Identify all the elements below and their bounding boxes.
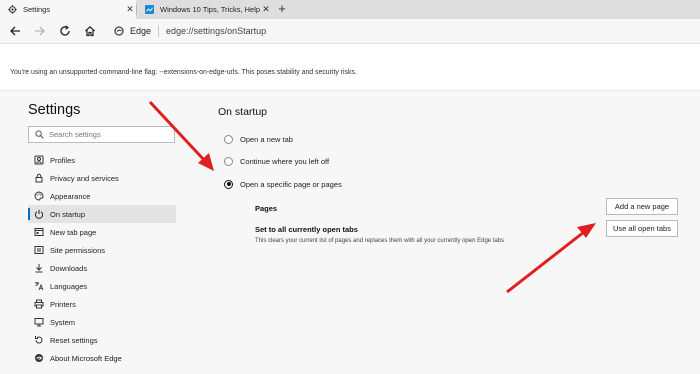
reset-icon <box>34 335 44 345</box>
tab-title: Windows 10 Tips, Tricks, Help, S... <box>160 5 260 14</box>
sidebar-item-label: Profiles <box>50 155 76 165</box>
option-label: Continue where you left off <box>240 156 330 166</box>
sidebar-item-label: Printers <box>50 299 76 309</box>
sidebar-item-system[interactable]: System <box>28 313 176 331</box>
add-new-page-button[interactable]: Add a new page <box>606 198 678 215</box>
radio-button[interactable] <box>224 134 233 144</box>
settings-content: On startup Open a new tab Continue where… <box>196 91 700 374</box>
search-input[interactable] <box>49 130 159 139</box>
site-identity-label: Edge <box>130 25 152 36</box>
sidebar-item-site-permissions[interactable]: Site permissions <box>28 241 176 259</box>
warning-infobar: You're using an unsupported command-line… <box>0 44 700 91</box>
use-all-open-tabs-button[interactable]: Use all open tabs <box>606 220 678 237</box>
toolbar: Edge edge://settings/onStartup <box>0 19 700 44</box>
sidebar-item-label: Languages <box>50 281 88 291</box>
sidebar-item-appearance[interactable]: Appearance <box>28 187 176 205</box>
sidebar-item-label: Reset settings <box>50 335 98 345</box>
new-tab-icon <box>34 227 44 237</box>
new-tab-button[interactable]: + <box>275 1 289 17</box>
url-text[interactable]: edge://settings/onStartup <box>166 26 266 36</box>
sidebar-title: Settings <box>28 102 81 118</box>
power-icon <box>34 209 44 219</box>
lock-icon <box>34 173 44 183</box>
sidebar-nav: Profiles Privacy and services Appearance… <box>28 151 176 367</box>
tab-windows-tips[interactable]: Windows 10 Tips, Tricks, Help, S... ✕ <box>137 0 272 19</box>
option-open-specific-pages[interactable]: Open a specific page or pages <box>224 177 342 191</box>
search-box[interactable] <box>28 126 175 143</box>
search-icon <box>35 130 44 139</box>
edge-icon <box>114 25 124 36</box>
site-favicon-icon <box>145 5 154 14</box>
option-continue-where-left-off[interactable]: Continue where you left off <box>224 154 329 168</box>
radio-button-selected[interactable] <box>224 179 233 189</box>
sidebar-item-label: About Microsoft Edge <box>50 353 122 363</box>
forward-icon[interactable] <box>33 24 47 38</box>
settings-sidebar: Settings Profiles Privacy and services A… <box>0 91 196 374</box>
sidebar-item-about-edge[interactable]: About Microsoft Edge <box>28 349 176 367</box>
radio-button[interactable] <box>224 156 233 166</box>
palette-icon <box>34 191 44 201</box>
gear-icon <box>8 5 17 14</box>
close-icon[interactable]: ✕ <box>124 4 136 15</box>
sidebar-item-label: Site permissions <box>50 245 106 255</box>
sidebar-item-on-startup[interactable]: On startup <box>28 205 176 223</box>
edge-icon <box>34 353 44 363</box>
sidebar-item-languages[interactable]: Languages <box>28 277 176 295</box>
address-divider <box>158 24 160 37</box>
sidebar-item-label: Downloads <box>50 263 88 273</box>
pages-heading: Pages <box>255 204 278 213</box>
sidebar-item-new-tab-page[interactable]: New tab page <box>28 223 176 241</box>
refresh-icon[interactable] <box>58 24 72 38</box>
sidebar-item-privacy[interactable]: Privacy and services <box>28 169 176 187</box>
tab-title: Settings <box>23 5 51 14</box>
sidebar-item-label: On startup <box>50 209 86 219</box>
sidebar-item-printers[interactable]: Printers <box>28 295 176 313</box>
page-title: On startup <box>218 106 268 118</box>
back-icon[interactable] <box>8 24 22 38</box>
profile-icon <box>34 155 44 165</box>
address-bar[interactable]: Edge edge://settings/onStartup <box>107 22 692 39</box>
option-open-new-tab[interactable]: Open a new tab <box>224 132 293 146</box>
languages-icon <box>34 281 44 291</box>
site-permissions-icon <box>34 245 44 255</box>
system-icon <box>34 317 44 327</box>
sidebar-item-label: New tab page <box>50 227 97 237</box>
close-icon[interactable]: ✕ <box>260 4 272 15</box>
sidebar-item-reset-settings[interactable]: Reset settings <box>28 331 176 349</box>
sidebar-item-profiles[interactable]: Profiles <box>28 151 176 169</box>
tab-settings[interactable]: Settings ✕ <box>0 0 136 19</box>
option-label: Open a specific page or pages <box>240 179 342 189</box>
set-all-tabs-heading: Set to all currently open tabs <box>255 225 358 234</box>
home-icon[interactable] <box>83 24 97 38</box>
tab-strip: Settings ✕ Windows 10 Tips, Tricks, Help… <box>0 0 700 19</box>
sidebar-item-label: System <box>50 317 76 327</box>
option-label: Open a new tab <box>240 134 293 144</box>
warning-message: You're using an unsupported command-line… <box>10 69 357 76</box>
sidebar-item-downloads[interactable]: Downloads <box>28 259 176 277</box>
sidebar-item-label: Privacy and services <box>50 173 119 183</box>
sidebar-item-label: Appearance <box>50 191 91 201</box>
printer-icon <box>34 299 44 309</box>
download-icon <box>34 263 44 273</box>
set-all-tabs-description: This clears your current list of pages a… <box>255 238 505 244</box>
